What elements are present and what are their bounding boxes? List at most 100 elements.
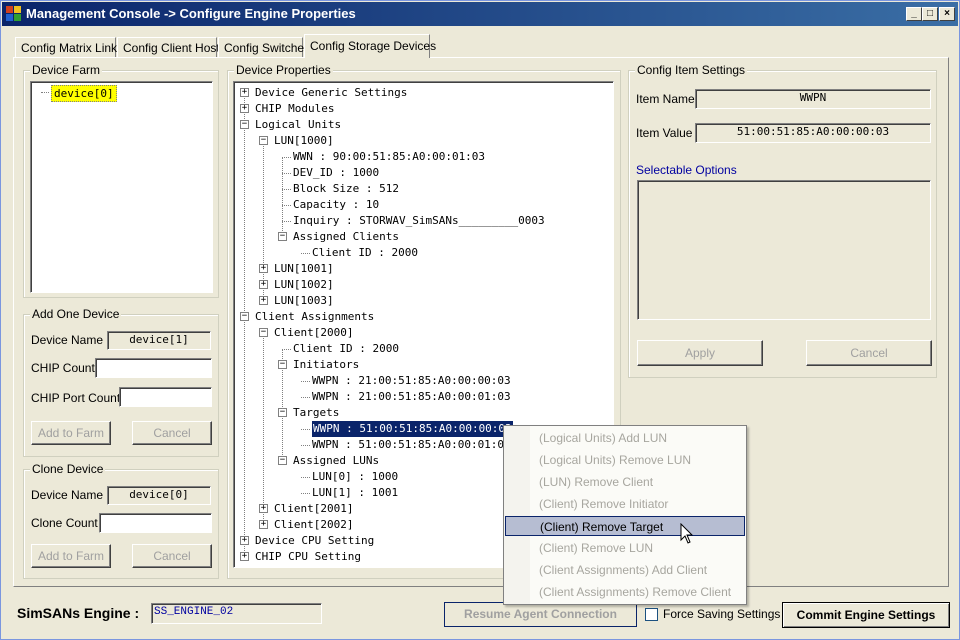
clone-device-name-field: device[0] xyxy=(107,486,211,505)
tree-node[interactable]: Initiators xyxy=(293,357,359,373)
add-device-title: Add One Device xyxy=(30,307,122,321)
tree-node[interactable]: WWPN : 21:00:51:85:A0:00:01:03 xyxy=(312,389,511,405)
tree-node[interactable]: WWPN : 51:00:51:85:A0:00:01:03 xyxy=(312,437,511,453)
tree-collapse-icon[interactable]: − xyxy=(278,456,287,465)
tree-node[interactable]: Client[2000] xyxy=(274,325,353,341)
tree-expand-icon[interactable]: + xyxy=(240,104,249,113)
tree-node[interactable]: Client[2001] xyxy=(274,501,353,517)
add-to-farm-button[interactable]: Add to Farm xyxy=(31,421,111,445)
engine-name-field: SS_ENGINE_02 xyxy=(151,603,322,624)
tree-node[interactable]: WWPN : 51:00:51:85:A0:00:00:03 xyxy=(311,420,514,438)
title-bar[interactable]: Management Console -> Configure Engine P… xyxy=(2,2,958,26)
context-menu-item[interactable]: (Client Assignments) Remove Client xyxy=(505,582,745,602)
tree-collapse-icon[interactable]: − xyxy=(278,360,287,369)
context-menu-item[interactable]: (Client) Remove Initiator xyxy=(505,494,745,514)
device-properties-title: Device Properties xyxy=(234,63,333,77)
item-name-field: WWPN xyxy=(695,89,931,109)
tab-config-storage-devices[interactable]: Config Storage Devices xyxy=(304,34,436,58)
tree-collapse-icon[interactable]: − xyxy=(278,232,287,241)
minimize-button[interactable]: _ xyxy=(906,7,922,21)
selectable-options-label: Selectable Options xyxy=(636,163,737,177)
context-menu-item[interactable]: (Logical Units) Remove LUN xyxy=(505,450,745,470)
engine-label: SimSANs Engine : xyxy=(17,605,140,621)
close-button[interactable]: × xyxy=(939,7,955,21)
tree-collapse-icon[interactable]: − xyxy=(259,136,268,145)
tree-node[interactable]: Capacity : 10 xyxy=(293,197,379,213)
resume-agent-connection-button[interactable]: Resume Agent Connection xyxy=(444,602,637,627)
tree-node[interactable]: WWPN : 21:00:51:85:A0:00:00:03 xyxy=(312,373,511,389)
tree-collapse-icon[interactable]: − xyxy=(240,120,249,129)
item-value-label: Item Value xyxy=(636,126,693,140)
tree-node[interactable]: Client[2002] xyxy=(274,517,353,533)
clone-add-to-farm-button[interactable]: Add to Farm xyxy=(31,544,111,568)
device-farm-list[interactable]: device[0] xyxy=(30,81,213,293)
tree-expand-icon[interactable]: + xyxy=(259,264,268,273)
chip-count-input[interactable] xyxy=(95,358,212,378)
tree-node[interactable]: CHIP Modules xyxy=(255,101,334,117)
tab-config-matrix-links[interactable]: Config Matrix Links xyxy=(15,37,123,57)
item-name-label: Item Name xyxy=(636,92,695,106)
config-item-title: Config Item Settings xyxy=(635,63,748,77)
selectable-options-list[interactable] xyxy=(637,180,931,320)
clone-device-title: Clone Device xyxy=(30,462,106,476)
tree-node[interactable]: LUN[1] : 1001 xyxy=(312,485,398,501)
clone-count-label: Clone Count xyxy=(31,516,98,530)
chip-port-count-label: CHIP Port Count xyxy=(31,391,121,405)
chip-count-label: CHIP Count xyxy=(31,361,95,375)
tree-node[interactable]: WWN : 90:00:51:85:A0:00:01:03 xyxy=(293,149,485,165)
tree-node[interactable]: Client ID : 2000 xyxy=(293,341,399,357)
tree-node[interactable]: LUN[1001] xyxy=(274,261,334,277)
context-menu-item[interactable]: (Logical Units) Add LUN xyxy=(505,428,745,448)
config-cancel-button[interactable]: Cancel xyxy=(806,340,932,366)
tree-node[interactable]: DEV_ID : 1000 xyxy=(293,165,379,181)
context-menu-item[interactable]: (LUN) Remove Client xyxy=(505,472,745,492)
context-menu-item[interactable]: (Client Assignments) Add Client xyxy=(505,560,745,580)
context-menu-item[interactable]: (Client) Remove LUN xyxy=(505,538,745,558)
tree-node[interactable]: Assigned LUNs xyxy=(293,453,379,469)
window-title: Management Console -> Configure Engine P… xyxy=(26,6,356,21)
tree-node[interactable]: Assigned Clients xyxy=(293,229,399,245)
tree-node[interactable]: LUN[1003] xyxy=(274,293,334,309)
mouse-cursor-icon xyxy=(680,523,694,544)
tree-node[interactable]: Device CPU Setting xyxy=(255,533,374,549)
tree-node[interactable]: LUN[1000] xyxy=(274,133,334,149)
tree-node[interactable]: Device Generic Settings xyxy=(255,85,407,101)
tree-expand-icon[interactable]: + xyxy=(240,536,249,545)
tree-node[interactable]: LUN[1002] xyxy=(274,277,334,293)
app-icon xyxy=(6,6,22,22)
tree-expand-icon[interactable]: + xyxy=(259,504,268,513)
tree-node[interactable]: CHIP CPU Setting xyxy=(255,549,361,565)
clone-cancel-button[interactable]: Cancel xyxy=(132,544,212,568)
tree-expand-icon[interactable]: + xyxy=(259,520,268,529)
tree-expand-icon[interactable]: + xyxy=(259,280,268,289)
tree-expand-icon[interactable]: + xyxy=(240,88,249,97)
tree-expand-icon[interactable]: + xyxy=(240,552,249,561)
clone-count-input[interactable] xyxy=(99,513,212,533)
tree-node[interactable]: Logical Units xyxy=(255,117,341,133)
tree-collapse-icon[interactable]: − xyxy=(278,408,287,417)
item-value-field: 51:00:51:85:A0:00:00:03 xyxy=(695,123,931,143)
context-menu-item[interactable]: (Client) Remove Target xyxy=(505,516,745,536)
clone-device-name-label: Device Name xyxy=(31,488,104,502)
tree-collapse-icon[interactable]: − xyxy=(259,328,268,337)
tree-node[interactable]: Block Size : 512 xyxy=(293,181,399,197)
add-device-cancel-button[interactable]: Cancel xyxy=(132,421,212,445)
tree-node[interactable]: Inquiry : STORWAV_SimSANs_________0003 xyxy=(293,213,545,229)
device-farm-item[interactable]: device[0] xyxy=(51,85,117,102)
maximize-button[interactable]: □ xyxy=(922,7,938,21)
tree-node[interactable]: Client Assignments xyxy=(255,309,374,325)
tree-node[interactable]: Client ID : 2000 xyxy=(312,245,418,261)
tree-node[interactable]: Targets xyxy=(293,405,339,421)
commit-engine-settings-button[interactable]: Commit Engine Settings xyxy=(782,602,950,628)
tab-config-client-hosts[interactable]: Config Client Hosts xyxy=(117,37,226,57)
add-device-name-label: Device Name xyxy=(31,333,104,347)
chip-port-count-input[interactable] xyxy=(119,387,212,407)
tree-node[interactable]: LUN[0] : 1000 xyxy=(312,469,398,485)
main-window: Management Console -> Configure Engine P… xyxy=(0,0,960,640)
apply-button[interactable]: Apply xyxy=(637,340,763,366)
tab-config-switches[interactable]: Config Switches xyxy=(218,37,310,57)
force-saving-checkbox[interactable] xyxy=(645,608,658,621)
tree-collapse-icon[interactable]: − xyxy=(240,312,249,321)
tree-expand-icon[interactable]: + xyxy=(259,296,268,305)
context-menu: (Logical Units) Add LUN (Logical Units) R… xyxy=(503,425,747,605)
